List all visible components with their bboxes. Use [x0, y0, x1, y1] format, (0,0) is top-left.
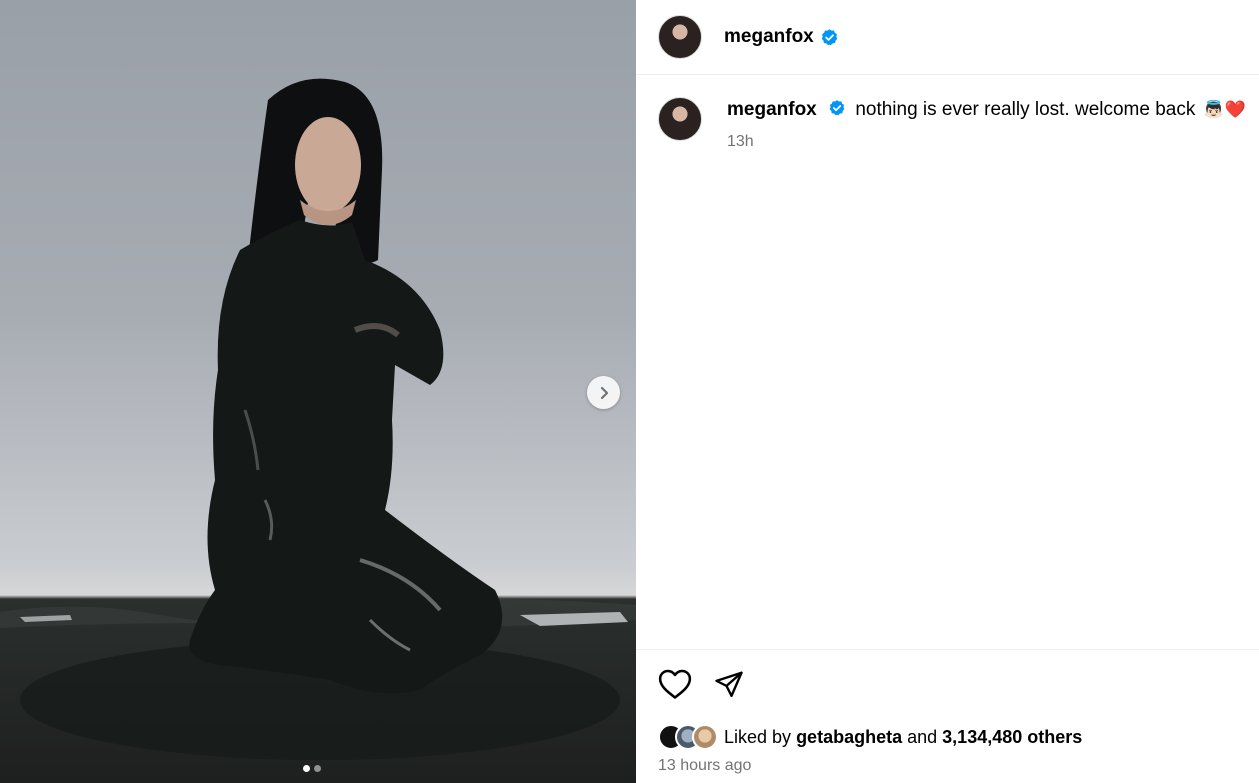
liker-username[interactable]: getabagheta	[796, 727, 902, 747]
post-details-panel: meganfox meganfox nothing is ever really…	[636, 0, 1259, 783]
caption-emojis: 👼🏻❤️	[1203, 100, 1246, 120]
heart-icon	[658, 669, 692, 699]
caption-avatar[interactable]	[658, 97, 702, 141]
caption-text: nothing is ever really lost. welcome bac…	[855, 99, 1196, 120]
carousel-dot	[314, 765, 321, 772]
next-slide-button[interactable]	[587, 376, 620, 409]
likes-text: Liked by getabagheta and 3,134,480 other…	[724, 727, 1082, 748]
liker-avatars	[658, 724, 718, 750]
likes-summary: Liked by getabagheta and 3,134,480 other…	[658, 724, 1082, 750]
likes-prefix: Liked by	[724, 726, 792, 747]
verified-badge-icon	[829, 100, 845, 116]
carousel-dot-active	[303, 765, 310, 772]
likes-middle: and	[907, 726, 938, 747]
like-button[interactable]	[658, 667, 692, 701]
post-actions	[658, 667, 746, 701]
carousel-indicator	[303, 765, 321, 772]
caption-username[interactable]: meganfox	[727, 99, 817, 120]
likes-count[interactable]: 3,134,480 others	[942, 727, 1082, 747]
post-caption: meganfox nothing is ever really lost. we…	[658, 97, 1246, 151]
post-header: meganfox	[636, 0, 1259, 75]
share-button[interactable]	[712, 667, 746, 701]
caption-timestamp[interactable]: 13h	[727, 133, 1246, 151]
divider	[636, 649, 1259, 650]
post-timestamp[interactable]: 13 hours ago	[658, 757, 751, 775]
liker-avatar	[692, 724, 718, 750]
chevron-right-icon	[600, 386, 608, 399]
avatar[interactable]	[658, 15, 702, 59]
post-media[interactable]	[0, 0, 636, 783]
post-photo	[0, 78, 636, 760]
verified-badge-icon	[821, 28, 838, 45]
paper-plane-icon	[715, 671, 743, 698]
header-username[interactable]: meganfox	[724, 26, 814, 48]
